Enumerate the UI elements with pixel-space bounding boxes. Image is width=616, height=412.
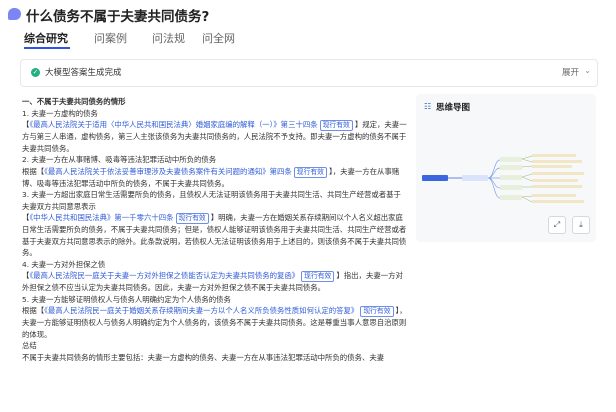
law-link[interactable]: 《最高人民法院民一庭关于夫妻一方对外担保之债能否认定为夫妻共同债务的复函》 [29,271,299,280]
expand-button[interactable]: 展开 [562,66,579,78]
tab-cases[interactable]: 问案例 [94,30,127,46]
chevron-down-icon[interactable]: ⌄ [584,66,591,75]
section-title: 1. 夫妻一方虚构的债务 [22,108,98,118]
generation-status-bar: ✓ 大模型答案生成完成 展开 ⌄ [20,59,598,87]
mindmap-title: 思维导图 [436,103,471,113]
chat-bubble-icon [8,8,21,20]
status-text: 大模型答案生成完成 [45,68,122,78]
status-badge: 现行有效 [360,306,394,317]
tab-comprehensive[interactable]: 综合研究 [24,30,68,46]
section-title: 2. 夫妻一方在从事赌博、吸毒等违法犯罪活动中所负的债务 [22,155,217,164]
answer-heading: 一、不属于夫妻共同债务的情形 [22,97,126,106]
law-link[interactable]: 《最高人民法院民一庭关于婚姻关系存续期间夫妻一方以个人名义所负债务性质如何认定的… [44,306,358,315]
mindmap-preview[interactable] [422,154,590,204]
question-title: 什么债务不属于夫妻共同债务? [26,9,210,25]
fullscreen-icon[interactable]: ⤢ [548,216,566,234]
section-body: 【《中华人民共和国民法典》第一千零六十四条 现行有效 】明确，夫妻一方在婚姻关系存续… [22,213,407,257]
download-icon[interactable]: ⤓ [572,216,590,234]
section-body: 【《最高人民法院关于适用〈中华人民共和国民法典〉婚姻家庭编的解释（一）》第三十四… [22,120,407,153]
status-badge: 现行有效 [293,166,327,178]
section-title: 5. 夫妻一方能够证明债权人与债务人明确约定为个人债务的债务 [22,294,231,304]
status-badge: 现行有效 [175,213,209,224]
law-link[interactable]: 《最高人民法院关于依法妥善审理涉及夫妻债务案件有关问题的通知》第四条 [44,167,292,176]
tab-web[interactable]: 问全网 [202,30,235,46]
active-tab-indicator [24,47,70,49]
section-body: 【《最高人民法院民一庭关于夫妻一方对外担保之债能否认定为夫妻共同债务的复函》 现行… [22,271,403,292]
section-title: 4. 夫妻一方对外担保之债 [22,259,106,269]
law-link[interactable]: 《最高人民法院关于适用〈中华人民共和国民法典〉婚姻家庭编的解释（一）》第三十四条 [29,120,317,129]
section-title: 3. 夫妻一方超出家庭日常生活需要所负的债务，且债权人无法证明该债务用于夫妻共同… [22,190,401,211]
mindmap-panel: ☷ 思维导图 ⤢ ⤓ [416,94,596,242]
check-circle-icon: ✓ [31,68,40,77]
answer-content: 一、不属于夫妻共同债务的情形 1. 夫妻一方虚构的债务 【《最高人民法院关于适用… [22,96,408,363]
section-body: 根据【《最高人民法院民一庭关于婚姻关系存续期间夫妻一方以个人名义所负债务性质如何… [22,306,407,339]
mindmap-icon: ☷ [424,102,432,111]
section-body: 根据【《最高人民法院关于依法妥善审理涉及夫妻债务案件有关问题的通知》第四条 现行有… [22,166,400,188]
law-link[interactable]: 《中华人民共和国民法典》第一千零六十四条 [29,213,173,222]
summary-body: 不属于夫妻共同债务的情形主要包括：夫妻一方虚构的债务、夫妻一方在从事违法犯罪活动… [22,352,385,362]
status-badge: 现行有效 [301,271,335,282]
tab-regulations[interactable]: 问法规 [152,30,185,46]
summary-title: 总结 [22,341,37,350]
status-badge: 现行有效 [319,120,353,131]
